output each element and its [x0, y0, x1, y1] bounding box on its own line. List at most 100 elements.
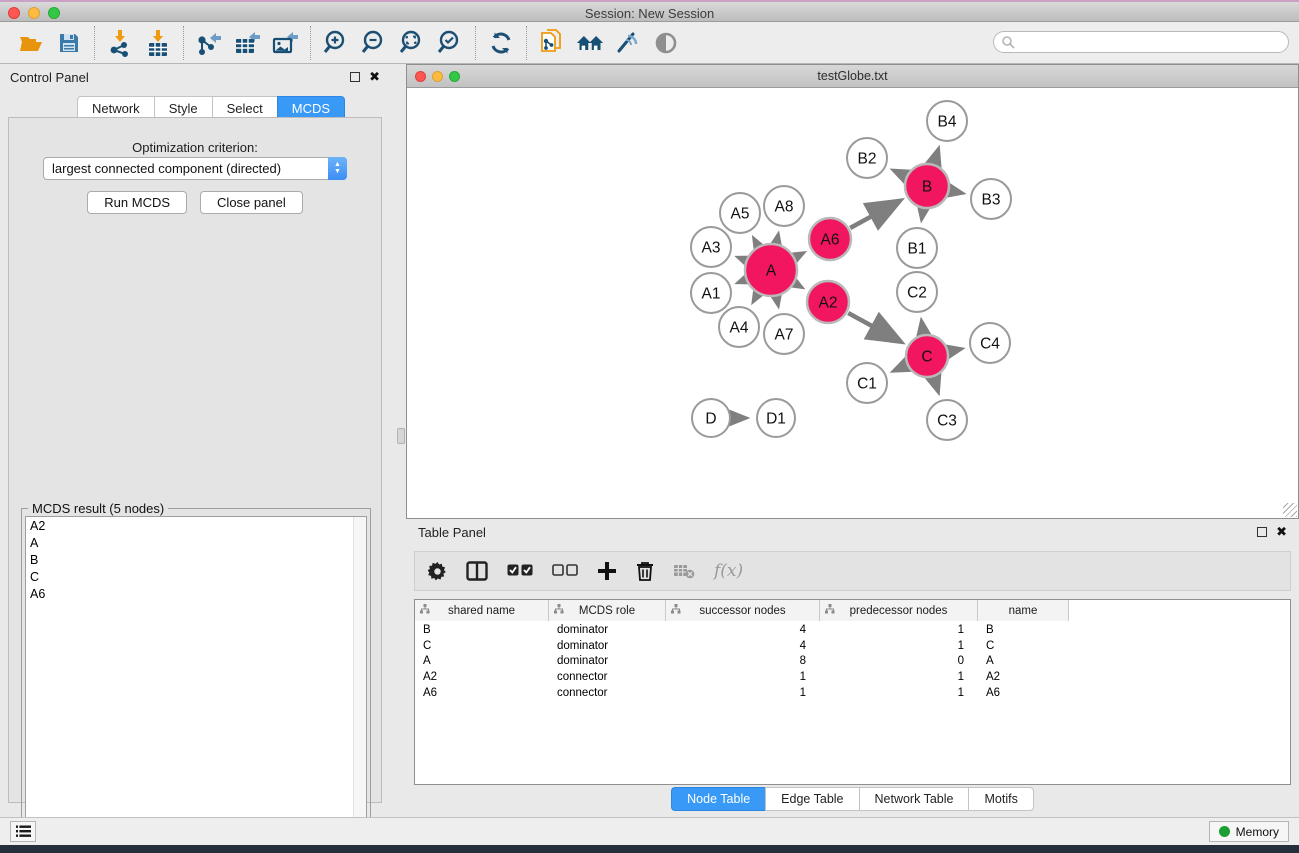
- table-cell[interactable]: 0: [820, 655, 978, 667]
- result-list-item[interactable]: B: [26, 551, 366, 568]
- column-header-shared-name[interactable]: shared name: [415, 600, 549, 621]
- edge-C-C4[interactable]: [950, 349, 960, 351]
- result-list-item[interactable]: A: [26, 534, 366, 551]
- edge-A-A8[interactable]: [777, 236, 778, 242]
- table-cell[interactable]: A: [415, 655, 549, 667]
- memory-button[interactable]: Memory: [1209, 821, 1289, 842]
- task-history-button[interactable]: [10, 821, 36, 842]
- search-input[interactable]: [993, 31, 1289, 53]
- float-panel-icon[interactable]: [350, 72, 360, 82]
- table-row[interactable]: Adominator80A: [415, 653, 1290, 669]
- column-header-successor-nodes[interactable]: successor nodes: [666, 600, 820, 621]
- table-cell[interactable]: B: [978, 624, 1069, 636]
- delete-table-button[interactable]: [673, 563, 695, 579]
- mcds-result-list[interactable]: A2ABCA6: [25, 516, 367, 842]
- table-cell[interactable]: 4: [666, 640, 820, 652]
- function-builder-button[interactable]: f(x): [714, 561, 743, 581]
- edge-A-A2[interactable]: [795, 284, 800, 287]
- table-cell[interactable]: dominator: [549, 655, 666, 667]
- table-cell[interactable]: 1: [820, 687, 978, 699]
- tab-network-table[interactable]: Network Table: [859, 787, 969, 811]
- edge-B-B3[interactable]: [951, 191, 961, 193]
- table-cell[interactable]: dominator: [549, 640, 666, 652]
- table-cell[interactable]: 1: [820, 640, 978, 652]
- table-cell[interactable]: A6: [978, 687, 1069, 699]
- table-row[interactable]: Cdominator41C: [415, 638, 1290, 654]
- edge-A-A3[interactable]: [740, 258, 745, 260]
- edge-A2-C[interactable]: [848, 313, 899, 341]
- table-cell[interactable]: A2: [978, 671, 1069, 683]
- close-panel-icon[interactable]: ✖: [369, 72, 380, 82]
- table-cell[interactable]: connector: [549, 671, 666, 683]
- table-row[interactable]: Bdominator41B: [415, 622, 1290, 638]
- add-column-button[interactable]: [597, 561, 617, 581]
- refresh-button[interactable]: [487, 29, 515, 57]
- network-window-titlebar[interactable]: testGlobe.txt: [407, 65, 1298, 88]
- table-cell[interactable]: C: [415, 640, 549, 652]
- window-resize-grip[interactable]: [1283, 503, 1297, 517]
- close-panel-button[interactable]: Close panel: [200, 191, 303, 214]
- table-cell[interactable]: A: [978, 655, 1069, 667]
- edge-B-B2[interactable]: [895, 171, 905, 176]
- table-row[interactable]: A6connector11A6: [415, 685, 1290, 701]
- table-cell[interactable]: dominator: [549, 624, 666, 636]
- result-list-item[interactable]: C: [26, 568, 366, 585]
- table-settings-button[interactable]: [428, 562, 447, 581]
- edge-C-C3[interactable]: [934, 378, 938, 390]
- delete-column-button[interactable]: [636, 561, 654, 581]
- edge-A6-B[interactable]: [850, 202, 898, 228]
- table-cell[interactable]: 1: [666, 671, 820, 683]
- result-list-item[interactable]: A6: [26, 585, 366, 602]
- result-list-scrollbar[interactable]: [353, 517, 366, 841]
- duplicate-network-button[interactable]: [538, 29, 566, 57]
- zoom-fit-button[interactable]: [398, 29, 426, 57]
- edge-A-A6[interactable]: [796, 254, 802, 257]
- table-cell[interactable]: 1: [820, 624, 978, 636]
- import-table-button[interactable]: [144, 29, 172, 57]
- table-cell[interactable]: 1: [820, 671, 978, 683]
- import-network-button[interactable]: [106, 29, 134, 57]
- hide-visual-properties-button[interactable]: [614, 29, 642, 57]
- export-table-button[interactable]: [233, 29, 261, 57]
- table-cell[interactable]: 1: [666, 687, 820, 699]
- export-image-button[interactable]: [271, 29, 299, 57]
- deselect-all-checkboxes-button[interactable]: [552, 564, 578, 578]
- table-cell[interactable]: 8: [666, 655, 820, 667]
- column-header-MCDS-role[interactable]: MCDS role: [549, 600, 666, 621]
- edge-B-B4[interactable]: [934, 151, 938, 163]
- save-session-button[interactable]: [55, 29, 83, 57]
- table-row[interactable]: A2connector11A2: [415, 669, 1290, 685]
- table-cell[interactable]: A6: [415, 687, 549, 699]
- table-cell[interactable]: B: [415, 624, 549, 636]
- table-split-view-button[interactable]: [466, 561, 488, 581]
- edge-B-B1[interactable]: [922, 210, 923, 218]
- table-cell[interactable]: connector: [549, 687, 666, 699]
- export-network-button[interactable]: [195, 29, 223, 57]
- tab-motifs[interactable]: Motifs: [968, 787, 1033, 811]
- home-button[interactable]: [576, 29, 604, 57]
- network-graph[interactable]: AA6A2BCA5A8A3A1A4A7B2B4B3B1C2C4C1C3DD1: [407, 88, 1298, 518]
- zoom-selected-button[interactable]: [436, 29, 464, 57]
- table-cell[interactable]: A2: [415, 671, 549, 683]
- criterion-dropdown[interactable]: largest connected component (directed) ▲…: [43, 157, 347, 180]
- vertical-scrollbar-thumb[interactable]: [397, 428, 405, 444]
- edge-A-A4[interactable]: [754, 294, 757, 300]
- edge-C-C2[interactable]: [922, 323, 924, 334]
- zoom-in-button[interactable]: [322, 29, 350, 57]
- edge-A-A7[interactable]: [777, 297, 778, 303]
- run-mcds-button[interactable]: Run MCDS: [87, 191, 187, 214]
- close-table-panel-icon[interactable]: ✖: [1276, 527, 1287, 537]
- float-table-panel-icon[interactable]: [1257, 527, 1267, 537]
- table-cell[interactable]: C: [978, 640, 1069, 652]
- open-file-button[interactable]: [17, 29, 45, 57]
- zoom-out-button[interactable]: [360, 29, 388, 57]
- edge-A-A1[interactable]: [740, 280, 745, 282]
- edge-C-C1[interactable]: [895, 365, 906, 370]
- result-list-item[interactable]: A2: [26, 517, 366, 534]
- tab-node-table[interactable]: Node Table: [671, 787, 765, 811]
- edge-A-A5[interactable]: [755, 240, 758, 245]
- column-header-predecessor-nodes[interactable]: predecessor nodes: [820, 600, 978, 621]
- table-cell[interactable]: 4: [666, 624, 820, 636]
- eye-button[interactable]: [652, 29, 680, 57]
- select-all-checkboxes-button[interactable]: [507, 564, 533, 578]
